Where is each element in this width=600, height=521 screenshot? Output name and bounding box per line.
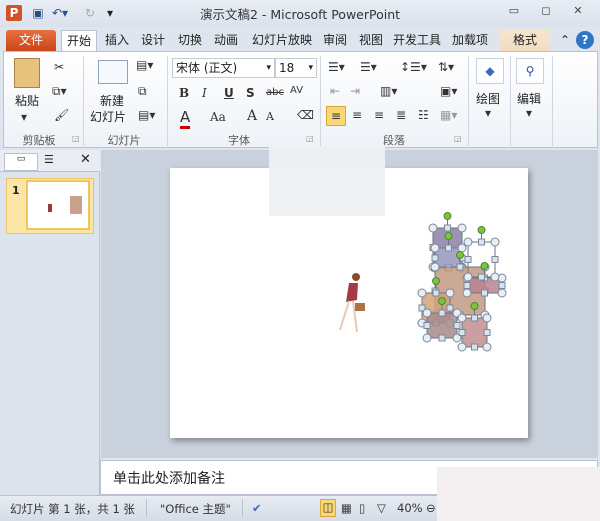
slide-info: 幻灯片 第 1 张，共 1 张 [10,502,135,516]
divider [146,499,147,517]
selected-shape[interactable] [461,317,488,348]
resize-handle[interactable] [463,282,471,289]
resize-handle[interactable] [490,272,500,282]
resize-handle[interactable] [428,223,438,233]
resize-handle[interactable] [445,244,452,252]
resize-handle[interactable] [498,282,506,289]
resize-handle[interactable] [463,272,473,282]
divider [242,499,243,517]
resize-handle[interactable] [430,243,440,253]
overlay-box [437,467,600,521]
selected-shape[interactable] [426,312,458,339]
resize-handle[interactable] [482,342,492,352]
overlay-box [269,146,385,216]
woman-with-briefcase-image[interactable] [339,273,365,333]
resize-handle[interactable] [453,322,461,329]
resize-handle[interactable] [482,313,492,323]
resize-handle[interactable] [481,289,488,297]
slide-sorter-button[interactable]: ▦ [341,501,352,515]
theme-name[interactable]: "Office 主题" [160,501,231,517]
resize-handle[interactable] [464,256,472,263]
resize-handle[interactable] [457,223,467,233]
spell-check-icon[interactable]: ✔ [252,501,262,515]
slide-shapes [339,212,507,352]
resize-handle[interactable] [462,288,472,298]
resize-handle[interactable] [490,237,500,247]
rotation-handle[interactable] [480,262,489,270]
resize-handle[interactable] [457,313,467,323]
resize-handle[interactable] [422,333,432,343]
resize-handle[interactable] [458,329,466,336]
zoom-out-button[interactable]: ⊖ [426,501,436,515]
resize-handle[interactable] [445,288,455,298]
resize-handle[interactable] [457,243,467,253]
resize-handle[interactable] [438,334,446,342]
rotation-handle[interactable] [456,251,464,259]
rotation-handle[interactable] [477,226,486,234]
notes-placeholder: 单击此处添加备注 [113,471,225,487]
resize-handle[interactable] [430,262,440,272]
resize-handle[interactable] [431,254,439,262]
resize-handle[interactable] [463,237,473,247]
resize-handle[interactable] [417,288,427,298]
zoom-level[interactable]: 40% [397,501,423,515]
rotation-handle[interactable] [443,212,452,220]
reading-view-button[interactable]: ▯ [359,501,365,515]
rotation-handle[interactable] [470,302,479,310]
resize-handle[interactable] [471,314,478,322]
rotation-handle[interactable] [438,297,446,305]
resize-handle[interactable] [422,308,432,318]
normal-view-button[interactable]: ◫ [320,499,336,517]
resize-handle[interactable] [483,329,491,336]
resize-handle[interactable] [491,256,499,263]
resize-handle[interactable] [497,288,507,298]
resize-handle[interactable] [457,342,467,352]
resize-handle[interactable] [478,238,485,246]
rotation-handle[interactable] [432,277,440,285]
resize-handle[interactable] [432,289,440,297]
resize-handle[interactable] [471,343,478,351]
rotation-handle[interactable] [444,232,453,240]
resize-handle[interactable] [444,224,451,232]
resize-handle[interactable] [446,304,454,312]
resize-handle[interactable] [456,263,464,271]
slideshow-button[interactable]: ▽ [377,501,386,515]
resize-handle[interactable] [478,273,485,281]
resize-handle[interactable] [423,322,431,329]
resize-handle[interactable] [438,309,446,317]
